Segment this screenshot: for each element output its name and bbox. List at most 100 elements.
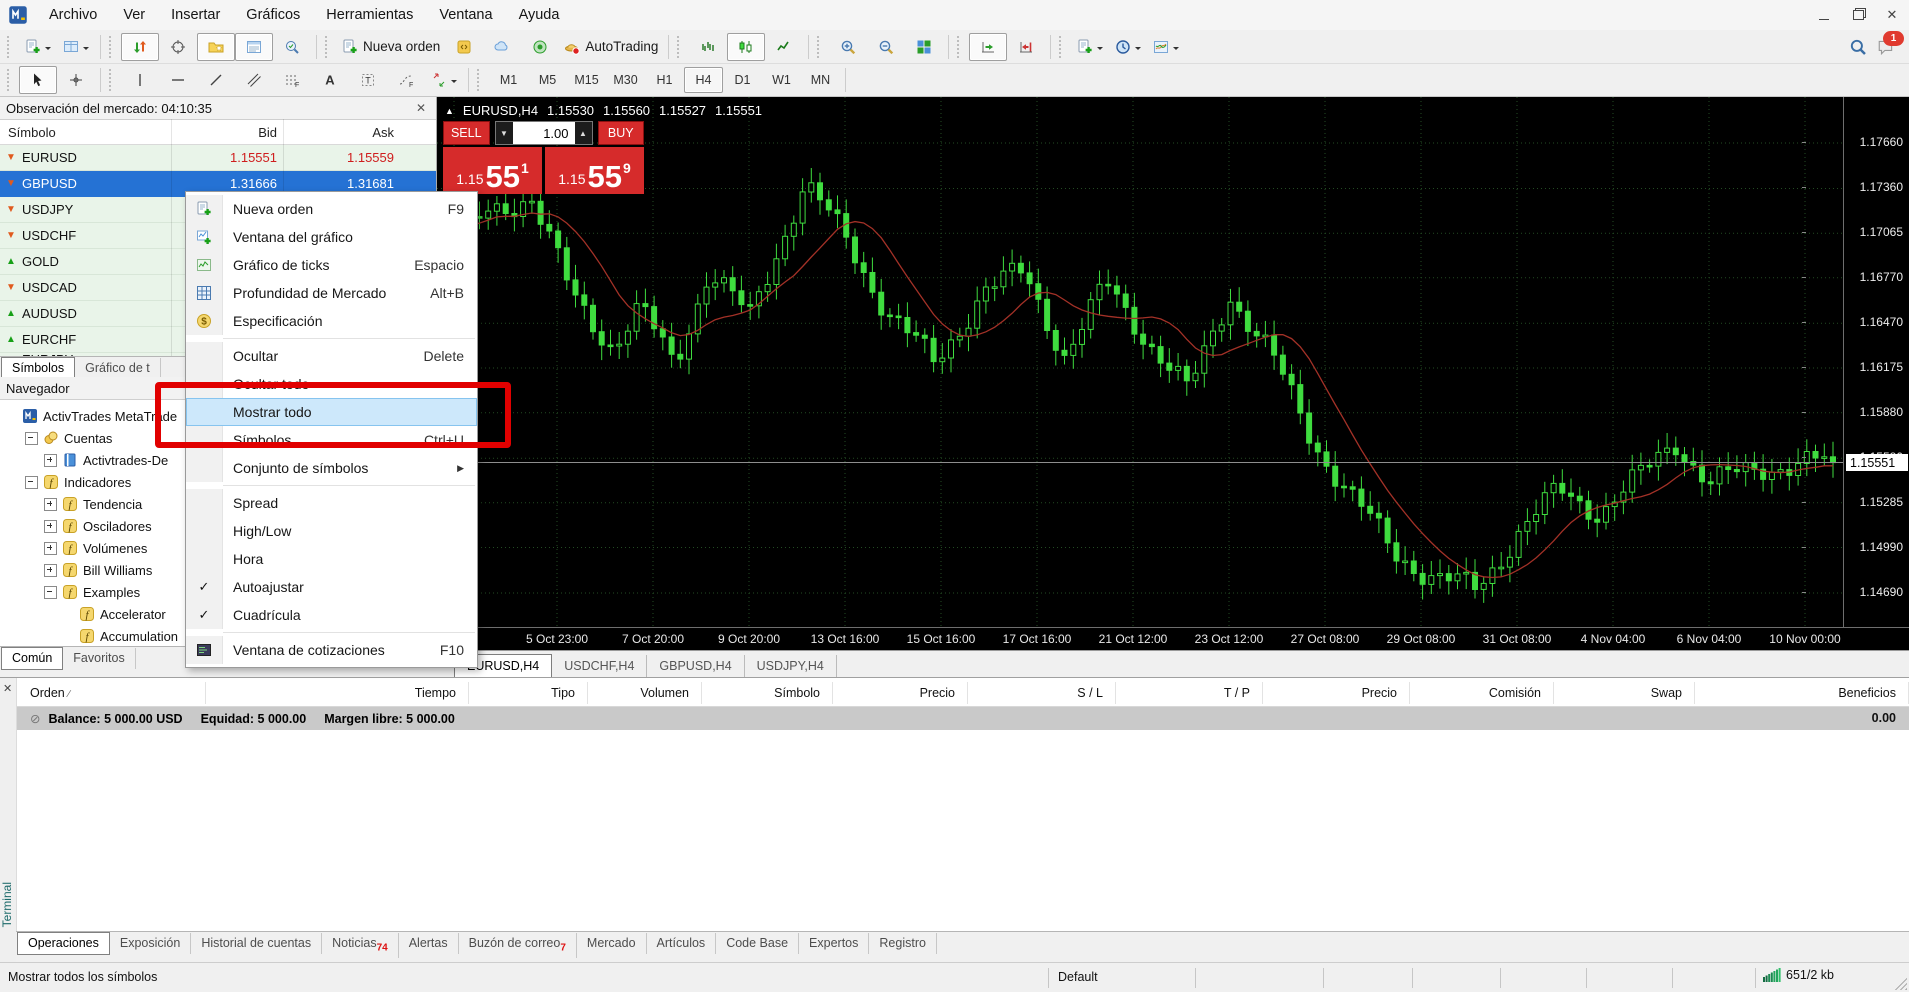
menu-item-hora[interactable]: Hora [186, 545, 477, 573]
periods-button[interactable] [1109, 33, 1147, 61]
menu-insertar[interactable]: Insertar [158, 4, 233, 26]
market-watch-tab-gr-fico-de-t[interactable]: Gráfico de t [75, 358, 161, 379]
expand-icon[interactable] [44, 454, 57, 467]
timeframe-m30[interactable]: M30 [606, 67, 645, 93]
collapse-icon[interactable] [25, 476, 38, 489]
collapse-icon[interactable] [44, 586, 57, 599]
menu-ventana[interactable]: Ventana [426, 4, 505, 26]
equidistant-channel-button[interactable] [235, 66, 273, 94]
toolbar-grip[interactable] [109, 36, 116, 58]
toolbar-grip[interactable] [7, 36, 14, 58]
terminal-tab-mercado[interactable]: Mercado [577, 933, 647, 954]
timeframe-d1[interactable]: D1 [723, 67, 762, 93]
minimize-button[interactable] [1807, 3, 1841, 27]
volume-increase-button[interactable]: ▲ [575, 122, 592, 144]
indicators-button[interactable] [1071, 33, 1109, 61]
terminal-tab-exposici-n[interactable]: Exposición [110, 933, 191, 954]
menu-item-profundidad-de-mercado[interactable]: Profundidad de MercadoAlt+B [186, 279, 477, 307]
market-watch-row-eurusd[interactable]: ▼EURUSD1.155511.15559 [0, 145, 436, 171]
fibonacci-channel-button[interactable]: F [387, 66, 425, 94]
menu-ver[interactable]: Ver [110, 4, 158, 26]
menu-item-autoajustar[interactable]: ✓Autoajustar [186, 573, 477, 601]
terminal-column-precio[interactable]: Precio [920, 686, 955, 700]
chart-tab-usdjpy-h4[interactable]: USDJPY,H4 [745, 655, 837, 677]
menu-item-high-low[interactable]: High/Low [186, 517, 477, 545]
expand-icon[interactable] [44, 564, 57, 577]
terminal-column-s-l[interactable]: S / L [1077, 686, 1103, 700]
sell-price-box[interactable]: 1.15 55 1 [443, 147, 542, 194]
notifications-icon[interactable]: 1 [1877, 38, 1895, 56]
profiles-button[interactable] [57, 33, 95, 61]
new-chart-button[interactable] [19, 33, 57, 61]
vertical-line-button[interactable] [121, 66, 159, 94]
column-symbol[interactable]: Símbolo [8, 125, 56, 140]
toolbar-grip[interactable] [109, 69, 116, 91]
autotrading-button[interactable]: AutoTrading [559, 33, 663, 61]
terminal-column-orden[interactable]: Orden ∕ [30, 686, 70, 700]
close-button[interactable]: ✕ [1875, 3, 1909, 27]
restore-button[interactable] [1841, 3, 1875, 27]
chart-tab-usdchf-h4[interactable]: USDCHF,H4 [552, 655, 647, 677]
zoom-out-button[interactable] [867, 33, 905, 61]
terminal-column-beneficios[interactable]: Beneficios [1838, 686, 1896, 700]
collapse-icon[interactable] [25, 432, 38, 445]
horizontal-line-button[interactable] [159, 66, 197, 94]
terminal-column-tiempo[interactable]: Tiempo [415, 686, 456, 700]
menu-item-conjunto-de-s-mbolos[interactable]: Conjunto de símbolos▶ [186, 454, 477, 482]
menu-ayuda[interactable]: Ayuda [506, 4, 573, 26]
expand-icon[interactable] [44, 498, 57, 511]
toolbar-grip[interactable] [325, 36, 332, 58]
terminal-tab-code-base[interactable]: Code Base [716, 933, 799, 954]
timeframe-h1[interactable]: H1 [645, 67, 684, 93]
signals-button[interactable] [521, 33, 559, 61]
terminal-close-icon[interactable]: ✕ [3, 682, 12, 695]
metaeditor-button[interactable] [445, 33, 483, 61]
menu-item-cuadr-cula[interactable]: ✓Cuadrícula [186, 601, 477, 629]
line-chart-button[interactable] [765, 33, 803, 61]
terminal-tab-buz-n-de-correo[interactable]: Buzón de correo7 [459, 933, 577, 958]
terminal-column-volumen[interactable]: Volumen [640, 686, 689, 700]
volume-input[interactable]: 1.00 [513, 122, 575, 144]
fibonacci-retracement-button[interactable]: F [273, 66, 311, 94]
toolbar-grip[interactable] [957, 36, 964, 58]
menu-item-ocultar[interactable]: OcultarDelete [186, 342, 477, 370]
expand-icon[interactable] [44, 520, 57, 533]
timeframe-m5[interactable]: M5 [528, 67, 567, 93]
market-watch-close-icon[interactable]: ✕ [412, 101, 430, 115]
tile-windows-button[interactable] [905, 33, 943, 61]
menu-item-ventana-de-cotizaciones[interactable]: Ventana de cotizacionesF10 [186, 636, 477, 664]
time-axis[interactable]: 255 Oct 23:007 Oct 20:009 Oct 20:0013 Oc… [437, 627, 1909, 650]
navigator-tab-com-n[interactable]: Común [1, 647, 63, 670]
price-axis[interactable]: 1.176601.173601.170651.167701.164701.161… [1843, 97, 1909, 627]
terminal-button[interactable] [235, 33, 273, 61]
menu-item-especificaci-n[interactable]: $Especificación [186, 307, 477, 335]
market-watch-button[interactable] [121, 33, 159, 61]
menu-item-nueva-orden[interactable]: Nueva ordenF9 [186, 195, 477, 223]
terminal-tab-operaciones[interactable]: Operaciones [17, 932, 110, 955]
resize-grip[interactable] [1895, 978, 1907, 990]
volume-decrease-button[interactable]: ▼ [496, 122, 513, 144]
menu-item-gr-fico-de-ticks[interactable]: Gráfico de ticksEspacio [186, 251, 477, 279]
search-icon[interactable] [1849, 38, 1867, 56]
terminal-tab-historial-de-cuentas[interactable]: Historial de cuentas [191, 933, 322, 954]
navigator-tab-favoritos[interactable]: Favoritos [63, 648, 135, 669]
text-button[interactable]: A [311, 66, 349, 94]
toolbar-grip[interactable] [817, 36, 824, 58]
terminal-tab-art-culos[interactable]: Artículos [647, 933, 717, 954]
menu-item-mostrar-todo[interactable]: Mostrar todo [186, 398, 477, 426]
zoom-in-button[interactable] [829, 33, 867, 61]
terminal-column-precio[interactable]: Precio [1362, 686, 1397, 700]
sell-button[interactable]: SELL [443, 121, 490, 145]
terminal-column-swap[interactable]: Swap [1651, 686, 1682, 700]
cursor-button[interactable] [19, 66, 57, 94]
menu-item-spread[interactable]: Spread [186, 489, 477, 517]
trend-line-button[interactable] [197, 66, 235, 94]
buy-button[interactable]: BUY [598, 121, 645, 145]
crosshair-button[interactable] [57, 66, 95, 94]
timeframe-w1[interactable]: W1 [762, 67, 801, 93]
column-ask[interactable]: Ask [294, 125, 394, 140]
buy-price-box[interactable]: 1.15 55 9 [545, 147, 644, 194]
menu-item-ventana-del-gr-fico[interactable]: Ventana del gráfico [186, 223, 477, 251]
new-order-button[interactable]: Nueva orden [337, 33, 445, 61]
timeframe-m1[interactable]: M1 [489, 67, 528, 93]
